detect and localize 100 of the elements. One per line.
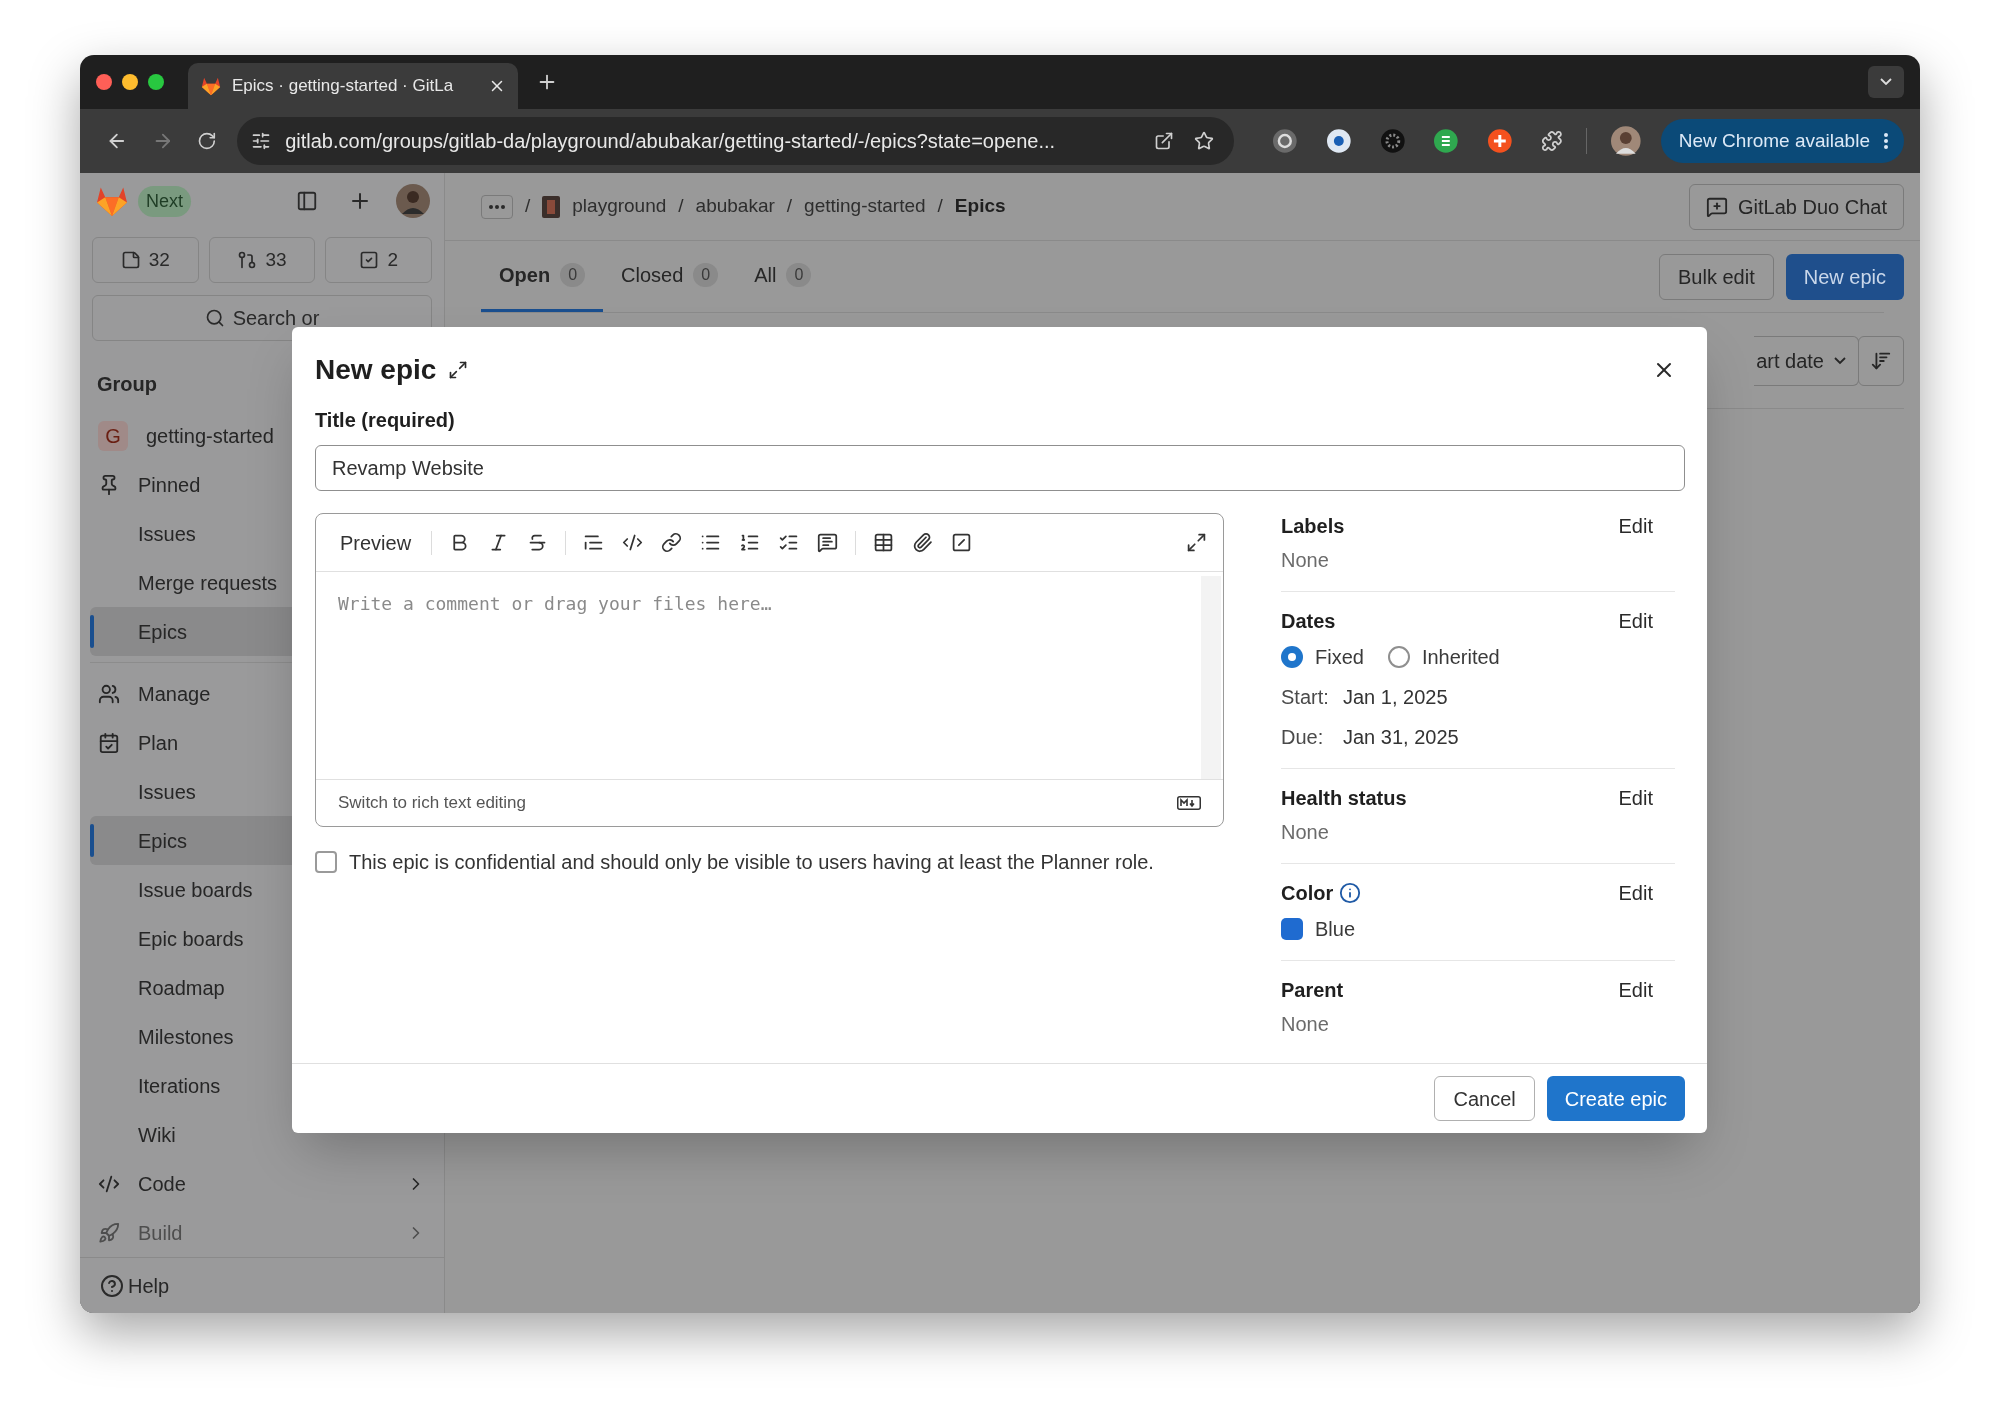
attachment-icon[interactable] — [912, 532, 934, 553]
help-link[interactable]: Help — [128, 1270, 170, 1301]
count-text: 2 — [387, 247, 398, 272]
code-icon[interactable] — [622, 532, 644, 553]
chevron-down-icon — [1880, 78, 1892, 86]
ring-icon[interactable] — [1272, 127, 1298, 154]
confidential-checkbox[interactable] — [315, 851, 337, 873]
count-badge: 0 — [786, 263, 812, 287]
duo-chat-button[interactable]: GitLab Duo Chat — [1689, 183, 1904, 230]
rocket-icon — [98, 1221, 120, 1244]
field-value: None — [1281, 548, 1330, 573]
radio-button[interactable] — [1281, 646, 1303, 668]
field-label: Color — [1281, 881, 1334, 906]
profile-avatar[interactable] — [1611, 125, 1641, 156]
radio-button[interactable] — [1387, 646, 1410, 668]
help-icon — [100, 1273, 124, 1298]
edit-link[interactable]: Edit — [1618, 511, 1653, 541]
checkbox-icon — [359, 250, 380, 270]
field-label: Title (required) — [315, 408, 456, 433]
cancel-button[interactable]: Cancel — [1434, 1076, 1535, 1121]
table-icon[interactable] — [873, 532, 895, 553]
markdown-icon — [1177, 796, 1201, 810]
radio-label: Inherited — [1421, 645, 1500, 670]
field-label: Labels — [1281, 514, 1345, 539]
site-settings-icon — [251, 130, 272, 151]
field-value: Blue — [1315, 917, 1356, 942]
preview-tab[interactable]: Preview — [328, 527, 424, 558]
tab[interactable]: All 0 — [736, 241, 830, 312]
slash-command-icon[interactable] — [951, 532, 973, 553]
project-avatar-icon — [542, 195, 561, 218]
breadcrumb-link[interactable]: Epics — [954, 192, 1006, 221]
bookmark-star-icon[interactable] — [1194, 130, 1215, 151]
more-icon — [1883, 132, 1888, 149]
new-epic-button[interactable]: New epic — [1785, 253, 1904, 300]
date-value: Jan 1, 2025 — [1343, 685, 1448, 710]
count-badge: 0 — [560, 263, 586, 287]
group-avatar: G — [98, 420, 128, 451]
breadcrumb-link[interactable]: playground — [572, 192, 667, 221]
count-badge: 0 — [693, 263, 719, 287]
create-epic-button[interactable]: Create epic — [1546, 1076, 1685, 1121]
merge-request-icon — [237, 250, 258, 270]
fullscreen-icon[interactable] — [1186, 532, 1207, 553]
search-placeholder: Search or — [232, 306, 320, 331]
count-text: 33 — [265, 247, 287, 272]
edit-link[interactable]: Edit — [1618, 975, 1653, 1005]
browser-tab[interactable]: Epics · getting-started · GitLa — [188, 62, 518, 109]
field-label: Dates — [1281, 609, 1336, 634]
search-icon — [204, 308, 225, 328]
lines-icon[interactable] — [1433, 127, 1459, 154]
breadcrumb-more-button[interactable] — [481, 194, 513, 219]
close-window-icon[interactable] — [96, 73, 112, 90]
expand-icon[interactable] — [448, 360, 469, 380]
next-badge: Next — [138, 185, 191, 217]
rich-text-link[interactable]: Switch to rich text editing — [338, 790, 527, 816]
dot-icon[interactable] — [1325, 127, 1352, 154]
sort-direction-button[interactable] — [1858, 335, 1904, 386]
collapsible-icon[interactable] — [817, 532, 839, 553]
address-bar[interactable]: gitlab.com/groups/gitlab-da/playground/abubakar/getting-started/-/epics?state=opene... — [237, 116, 1235, 165]
chevron-down-icon — [1834, 356, 1846, 365]
tab[interactable]: Open 0 — [481, 241, 604, 312]
breadcrumb-link[interactable]: getting-started — [804, 192, 926, 221]
section-heading: Group — [97, 372, 157, 397]
reload-icon[interactable] — [197, 130, 218, 151]
field-label: Parent — [1281, 978, 1344, 1003]
title-input[interactable]: Revamp Website — [315, 445, 1685, 491]
nav-item[interactable]: Build — [90, 1208, 434, 1257]
minimize-window-icon[interactable] — [122, 73, 138, 90]
link-icon[interactable] — [661, 532, 683, 553]
breadcrumb-separator: / — [786, 194, 793, 219]
nav-item[interactable]: Code — [90, 1159, 434, 1208]
tab-list-button[interactable] — [1868, 65, 1904, 98]
numbered-list-icon[interactable] — [739, 532, 761, 553]
breadcrumb-separator: / — [678, 194, 684, 219]
avatar[interactable] — [396, 184, 430, 218]
dialog-title: New epic — [315, 353, 437, 387]
breadcrumb-separator: / — [525, 194, 531, 219]
people-icon — [98, 682, 120, 705]
maximize-window-icon[interactable] — [148, 73, 164, 90]
update-chrome-button[interactable]: New Chrome available — [1660, 118, 1904, 163]
count-button[interactable]: 32 — [92, 237, 199, 283]
radio-label: Fixed — [1315, 645, 1364, 670]
sidebar-toggle-icon[interactable] — [296, 190, 318, 212]
date-value: Jan 31, 2025 — [1343, 725, 1459, 750]
dashed-ring-icon[interactable] — [1379, 127, 1406, 154]
bulk-edit-button[interactable]: Bulk edit — [1659, 253, 1774, 300]
field-label: Health status — [1281, 786, 1407, 811]
open-external-icon[interactable] — [1154, 130, 1175, 151]
date-label: Due: — [1281, 725, 1325, 750]
tab[interactable]: Closed 0 — [603, 241, 737, 312]
breadcrumb-separator: / — [937, 194, 943, 219]
info-icon — [1339, 882, 1362, 904]
extensions-icon[interactable] — [1540, 129, 1563, 152]
edit-link[interactable]: Edit — [1618, 878, 1653, 908]
breadcrumb-link[interactable]: abubakar — [695, 192, 775, 221]
plus-circle-icon[interactable] — [1486, 127, 1513, 154]
count-button[interactable]: 33 — [208, 237, 316, 283]
edit-link[interactable]: Edit — [1618, 783, 1653, 813]
count-button[interactable]: 2 — [325, 237, 432, 283]
edit-link[interactable]: Edit — [1618, 606, 1653, 636]
issue-icon — [120, 250, 141, 270]
